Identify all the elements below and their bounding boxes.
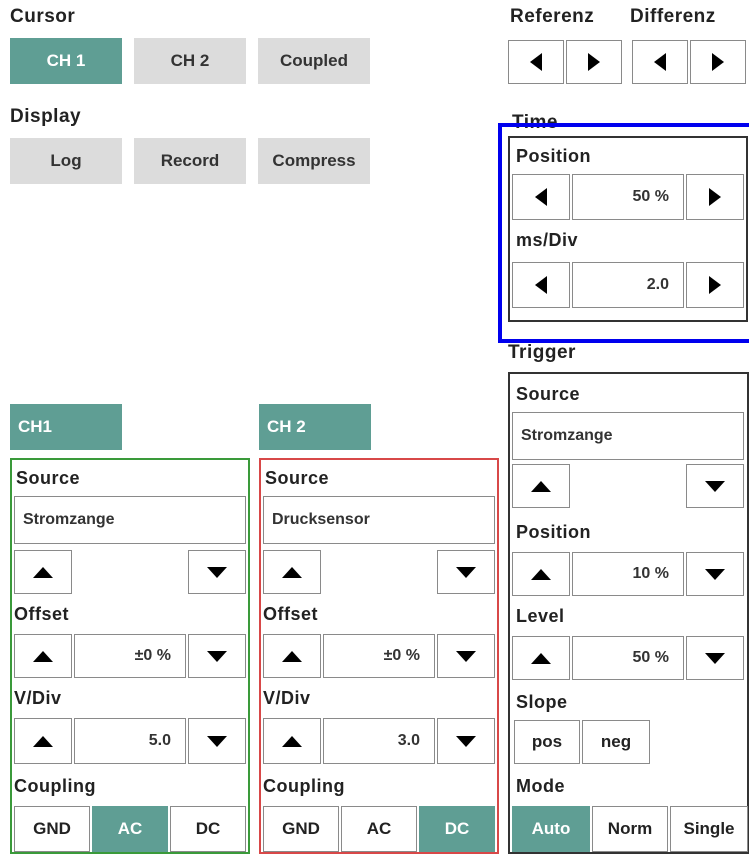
trigger-level-value: 50 % (572, 636, 684, 680)
trigger-source-up-button[interactable] (512, 464, 570, 508)
trigger-level-label: Level (516, 606, 565, 626)
time-highlight-frame (498, 123, 749, 343)
ch1-vdiv-down-button[interactable] (188, 718, 246, 764)
ch2-coupling-label: Coupling (263, 776, 345, 796)
trigger-source-down-button[interactable] (686, 464, 744, 508)
ch1-offset-up-button[interactable] (14, 634, 72, 678)
trigger-level-up-button[interactable] (512, 636, 570, 680)
ch1-coupling-dc-button[interactable]: DC (170, 806, 246, 852)
cursor-coupled-button[interactable]: Coupled (258, 38, 370, 84)
tab-ch1[interactable]: CH1 (10, 404, 122, 450)
ch1-coupling-ac-button[interactable]: AC (92, 806, 168, 852)
display-label: Display (10, 106, 82, 127)
ch1-source-label: Source (16, 468, 81, 488)
ch1-vdiv-value: 5.0 (74, 718, 186, 764)
trigger-slope-pos-button[interactable]: pos (514, 720, 580, 764)
trigger-source-label: Source (516, 384, 581, 404)
referenz-right-button[interactable] (566, 40, 622, 84)
arrow-down-icon (456, 566, 476, 578)
ch1-coupling-label: Coupling (14, 776, 96, 796)
ch1-source-up-button[interactable] (14, 550, 72, 594)
arrow-up-icon (33, 650, 53, 662)
arrow-down-icon (705, 568, 725, 580)
tab-ch2[interactable]: CH 2 (259, 404, 371, 450)
ch2-vdiv-up-button[interactable] (263, 718, 321, 764)
cursor-ch1-button[interactable]: CH 1 (10, 38, 122, 84)
ch2-source-label: Source (265, 468, 330, 488)
arrow-down-icon (456, 650, 476, 662)
arrow-up-icon (33, 735, 53, 747)
differenz-right-button[interactable] (690, 40, 746, 84)
arrow-down-icon (456, 735, 476, 747)
ch2-coupling-dc-button[interactable]: DC (419, 806, 495, 852)
arrow-down-icon (207, 735, 227, 747)
referenz-label: Referenz (510, 6, 595, 27)
display-log-button[interactable]: Log (10, 138, 122, 184)
arrow-down-icon (207, 566, 227, 578)
arrow-down-icon (207, 650, 227, 662)
trigger-mode-label: Mode (516, 776, 565, 796)
ch1-source-field[interactable]: Stromzange (14, 496, 246, 544)
ch2-offset-label: Offset (263, 604, 319, 624)
referenz-left-button[interactable] (508, 40, 564, 84)
ch1-vdiv-label: V/Div (14, 688, 62, 708)
trigger-position-up-button[interactable] (512, 552, 570, 596)
arrow-up-icon (282, 735, 302, 747)
ch2-offset-value: ±0 % (323, 634, 435, 678)
arrow-up-icon (531, 480, 551, 492)
arrow-up-icon (531, 652, 551, 664)
ch2-coupling-ac-button[interactable]: AC (341, 806, 417, 852)
trigger-label: Trigger (508, 342, 576, 363)
arrow-left-icon (654, 53, 666, 71)
arrow-down-icon (705, 652, 725, 664)
differenz-left-button[interactable] (632, 40, 688, 84)
ch2-vdiv-label: V/Div (263, 688, 311, 708)
trigger-mode-single-button[interactable]: Single (670, 806, 748, 852)
arrow-up-icon (282, 566, 302, 578)
trigger-slope-neg-button[interactable]: neg (582, 720, 650, 764)
ch2-offset-down-button[interactable] (437, 634, 495, 678)
ch2-vdiv-down-button[interactable] (437, 718, 495, 764)
differenz-label: Differenz (630, 6, 716, 27)
ch2-vdiv-value: 3.0 (323, 718, 435, 764)
arrow-up-icon (33, 566, 53, 578)
ch1-coupling-gnd-button[interactable]: GND (14, 806, 90, 852)
arrow-up-icon (282, 650, 302, 662)
display-compress-button[interactable]: Compress (258, 138, 370, 184)
trigger-position-label: Position (516, 522, 591, 542)
ch1-source-down-button[interactable] (188, 550, 246, 594)
trigger-mode-auto-button[interactable]: Auto (512, 806, 590, 852)
ch2-offset-up-button[interactable] (263, 634, 321, 678)
cursor-ch2-button[interactable]: CH 2 (134, 38, 246, 84)
ch2-coupling-gnd-button[interactable]: GND (263, 806, 339, 852)
ch2-source-down-button[interactable] (437, 550, 495, 594)
ch2-source-field[interactable]: Drucksensor (263, 496, 495, 544)
display-record-button[interactable]: Record (134, 138, 246, 184)
trigger-mode-norm-button[interactable]: Norm (592, 806, 668, 852)
trigger-position-value: 10 % (572, 552, 684, 596)
ch2-source-up-button[interactable] (263, 550, 321, 594)
arrow-left-icon (530, 53, 542, 71)
arrow-right-icon (588, 53, 600, 71)
arrow-right-icon (712, 53, 724, 71)
ch1-offset-value: ±0 % (74, 634, 186, 678)
cursor-label: Cursor (10, 6, 76, 27)
ch1-offset-label: Offset (14, 604, 70, 624)
ch1-offset-down-button[interactable] (188, 634, 246, 678)
trigger-level-down-button[interactable] (686, 636, 744, 680)
arrow-down-icon (705, 480, 725, 492)
trigger-slope-label: Slope (516, 692, 568, 712)
trigger-source-field[interactable]: Stromzange (512, 412, 744, 460)
ch1-vdiv-up-button[interactable] (14, 718, 72, 764)
trigger-position-down-button[interactable] (686, 552, 744, 596)
arrow-up-icon (531, 568, 551, 580)
